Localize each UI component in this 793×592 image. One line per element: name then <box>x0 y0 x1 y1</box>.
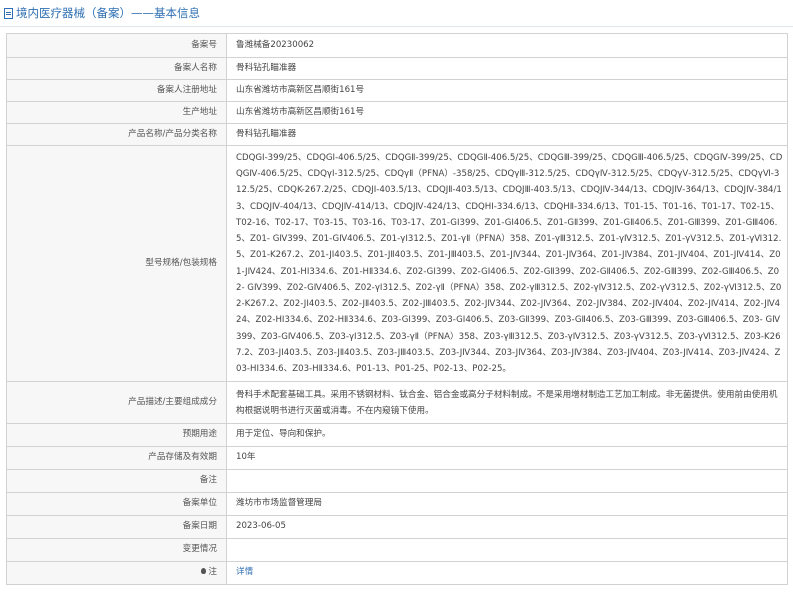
table-row: 变更情况 <box>6 538 788 562</box>
row-label-note: 注 <box>6 561 227 585</box>
row-value-record-number: 鲁潍械备20230062 <box>226 33 788 58</box>
row-label-remarks: 备注 <box>6 469 227 493</box>
table-row: 备案人注册地址 山东省潍坊市高新区昌顺街161号 <box>6 79 788 102</box>
row-label-production-address: 生产地址 <box>6 101 227 124</box>
row-value-registrant-address: 山东省潍坊市高新区昌顺街161号 <box>226 79 788 102</box>
row-label-product-name: 产品名称/产品分类名称 <box>6 123 227 146</box>
table-row: 生产地址 山东省潍坊市高新区昌顺街161号 <box>6 101 788 124</box>
table-row: 备案号 鲁潍械备20230062 <box>6 33 788 58</box>
row-value-remarks <box>226 469 788 493</box>
row-value-storage-validity: 10年 <box>226 446 788 470</box>
row-label-record-date: 备案日期 <box>6 515 227 539</box>
table-row: 产品名称/产品分类名称 骨科钻孔瞄准器 <box>6 123 788 146</box>
row-value-changes <box>226 538 788 562</box>
table-row: 注 详情 <box>6 561 788 585</box>
row-label-changes: 变更情况 <box>6 538 227 562</box>
row-value-registrant-name: 骨科钻孔瞄准器 <box>226 57 788 80</box>
row-value-product-name: 骨科钻孔瞄准器 <box>226 123 788 146</box>
info-table: 备案号 鲁潍械备20230062 备案人名称 骨科钻孔瞄准器 备案人注册地址 山… <box>6 33 788 585</box>
row-value-production-address: 山东省潍坊市高新区昌顺街161号 <box>226 101 788 124</box>
note-label-text: 注 <box>208 567 217 578</box>
row-value-record-unit: 潍坊市市场监督管理局 <box>226 492 788 516</box>
row-value-model-spec: CDQGⅠ-399/25、CDQGⅠ-406.5/25、CDQGⅡ-399/25… <box>226 145 788 382</box>
title-divider <box>0 26 793 27</box>
row-label-intended-use: 预期用途 <box>6 423 227 447</box>
details-link[interactable]: 详情 <box>236 567 253 577</box>
row-label-description: 产品描述/主要组成成分 <box>6 381 227 424</box>
row-label-record-unit: 备案单位 <box>6 492 227 516</box>
table-row: 备注 <box>6 469 788 493</box>
page-title-text: 境内医疗器械（备案）——基本信息 <box>16 6 200 20</box>
row-label-record-number: 备案号 <box>6 33 227 58</box>
row-value-intended-use: 用于定位、导向和保护。 <box>226 423 788 447</box>
row-value-record-date: 2023-06-05 <box>226 515 788 539</box>
table-row: 备案人名称 骨科钻孔瞄准器 <box>6 57 788 80</box>
table-row: 预期用途 用于定位、导向和保护。 <box>6 423 788 447</box>
table-row: 型号规格/包装规格 CDQGⅠ-399/25、CDQGⅠ-406.5/25、CD… <box>6 145 788 382</box>
row-value-description: 骨科手术配套基础工具。采用不锈钢材料、钛合金、铝合金或高分子材料制成。不是采用增… <box>226 381 788 424</box>
table-row: 产品描述/主要组成成分 骨科手术配套基础工具。采用不锈钢材料、钛合金、铝合金或高… <box>6 381 788 424</box>
lightbulb-icon <box>201 568 207 575</box>
page-title: 境内医疗器械（备案）——基本信息 <box>4 3 789 23</box>
table-row: 备案日期 2023-06-05 <box>6 515 788 539</box>
row-value-note: 详情 <box>226 561 788 585</box>
table-row: 产品存储及有效期 10年 <box>6 446 788 470</box>
row-label-registrant-name: 备案人名称 <box>6 57 227 80</box>
row-label-model-spec: 型号规格/包装规格 <box>6 145 227 382</box>
document-icon <box>4 7 13 19</box>
table-row: 备案单位 潍坊市市场监督管理局 <box>6 492 788 516</box>
row-label-storage-validity: 产品存储及有效期 <box>6 446 227 470</box>
row-label-registrant-address: 备案人注册地址 <box>6 79 227 102</box>
